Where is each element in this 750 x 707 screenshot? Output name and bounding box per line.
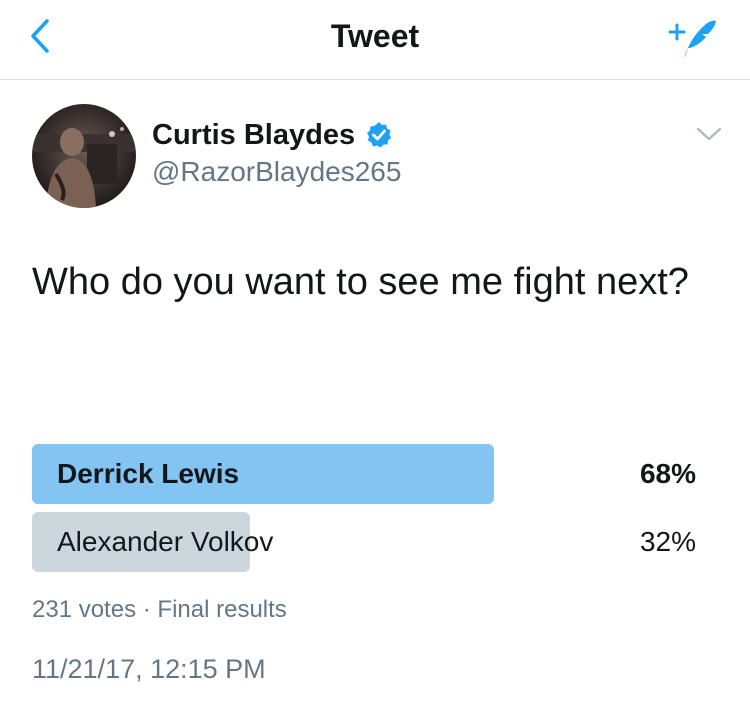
poll-option: Alexander Volkov 32% <box>32 512 722 572</box>
poll-option-percent: 68% <box>639 458 696 489</box>
navigation-bar: Tweet <box>0 0 750 80</box>
tweet-timestamp: 11/21/17, 12:15 PM <box>32 654 266 684</box>
vote-count: 231 votes <box>32 596 137 623</box>
avatar[interactable] <box>32 104 136 208</box>
poll-status: Final results <box>157 596 287 623</box>
author-handle[interactable]: @RazorBlaydes265 <box>152 156 401 188</box>
compose-tweet-icon <box>668 20 716 58</box>
poll-option: Derrick Lewis 68% <box>32 444 722 504</box>
poll-option-percent: 32% <box>639 526 696 557</box>
tweet-options-button[interactable] <box>694 124 724 144</box>
poll-option-label: Alexander Volkov <box>57 526 274 557</box>
tweet-author[interactable]: Curtis Blaydes @RazorBlaydes265 <box>152 116 401 188</box>
verified-badge-icon <box>367 122 392 148</box>
compose-tweet-button[interactable] <box>662 12 722 62</box>
chevron-down-icon <box>696 127 722 141</box>
meta-separator: · <box>142 596 151 623</box>
poll: Derrick Lewis 68% Alexander Volkov 32% <box>32 444 722 580</box>
author-name[interactable]: Curtis Blaydes <box>152 119 355 152</box>
poll-meta: 231 votes · Final results <box>32 596 287 624</box>
page-title: Tweet <box>330 18 420 54</box>
tweet-text: Who do you want to see me fight next? <box>32 261 689 303</box>
poll-option-label: Derrick Lewis <box>57 458 240 489</box>
